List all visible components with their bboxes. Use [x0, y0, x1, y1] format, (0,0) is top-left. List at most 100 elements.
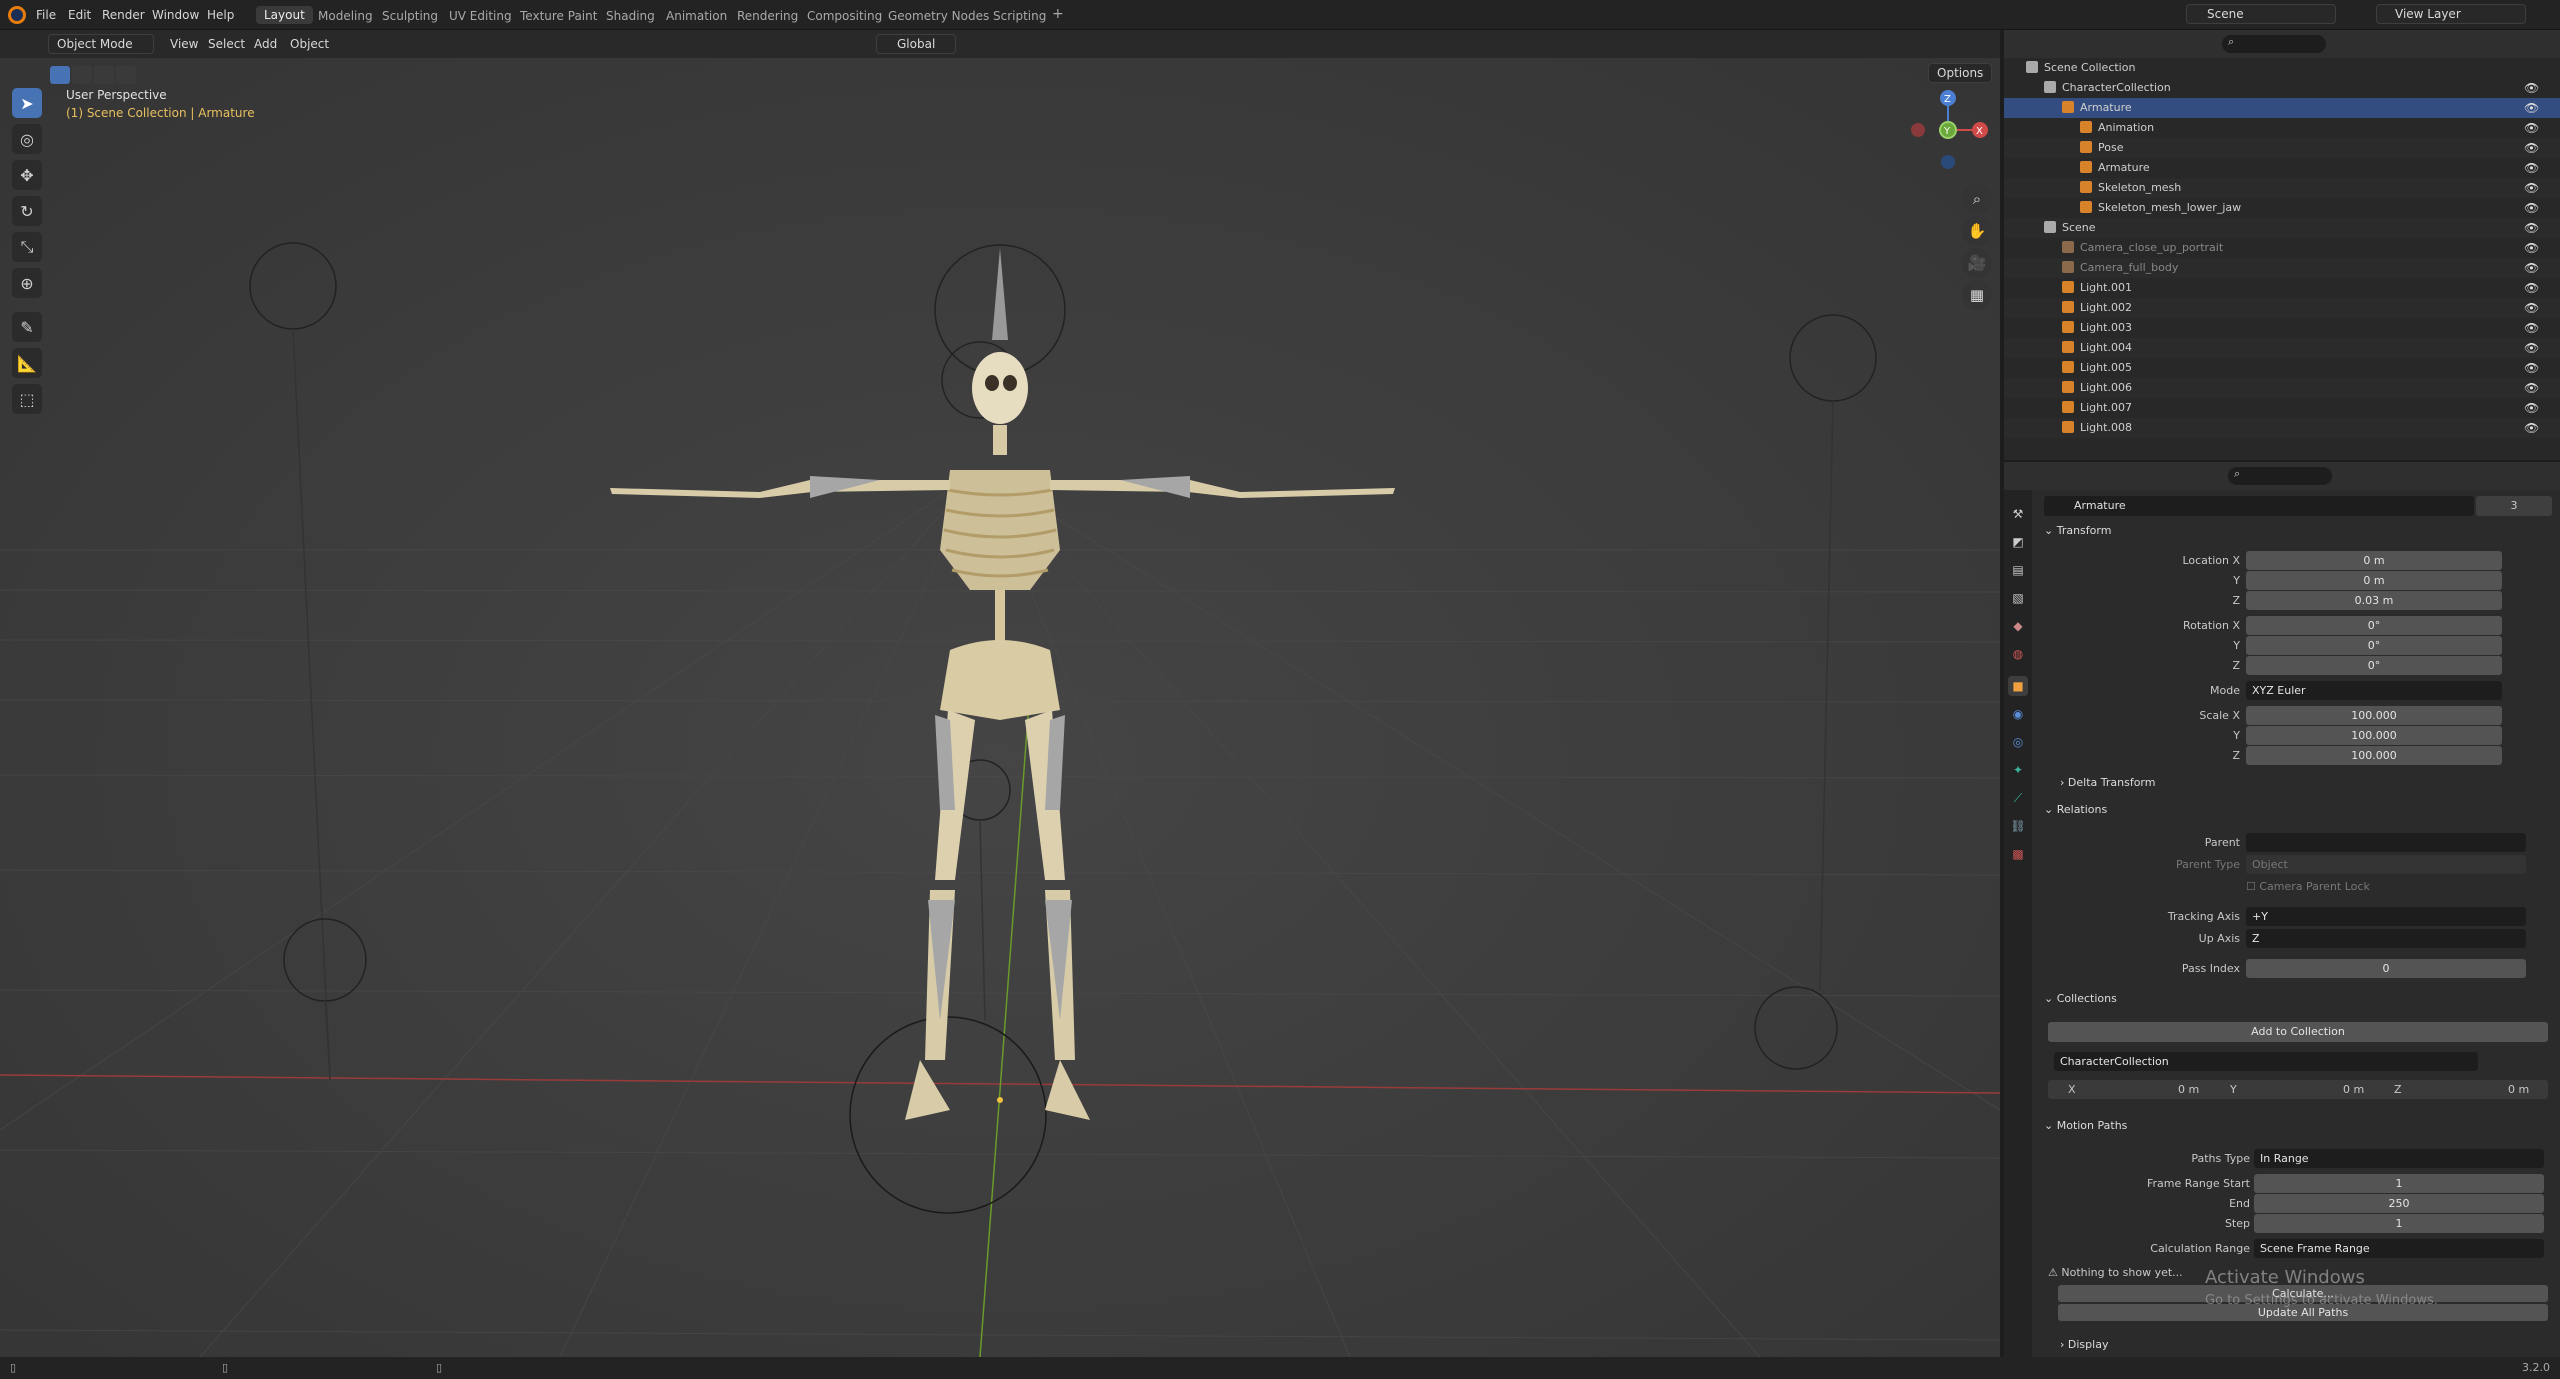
- scale-y-field[interactable]: 100.000: [2246, 726, 2502, 745]
- visibility-eye-icon[interactable]: 👁: [2524, 138, 2539, 158]
- options-dropdown[interactable]: Options: [1928, 63, 1992, 83]
- visibility-eye-icon[interactable]: 👁: [2524, 158, 2539, 178]
- outliner-row[interactable]: Camera_close_up_portrait 👁: [2004, 238, 2560, 258]
- outliner-row[interactable]: Scene 👁: [2004, 218, 2560, 238]
- outliner-row[interactable]: CharacterCollection 👁: [2004, 78, 2560, 98]
- viewport-menu-select[interactable]: Select: [208, 37, 245, 51]
- visibility-eye-icon[interactable]: 👁: [2524, 378, 2539, 398]
- pan-button[interactable]: ✋: [1962, 216, 1992, 246]
- step-field[interactable]: 1: [2254, 1214, 2544, 1233]
- tab-texture-paint[interactable]: Texture Paint: [520, 9, 597, 23]
- menu-window[interactable]: Window: [152, 8, 199, 22]
- transform-panel-header[interactable]: ⌄ Transform: [2044, 524, 2552, 544]
- outliner-row[interactable]: Light.001 👁: [2004, 278, 2560, 298]
- mode-selector[interactable]: Object Mode: [48, 34, 154, 54]
- visibility-eye-icon[interactable]: 👁: [2524, 198, 2539, 218]
- camera-parent-lock-checkbox[interactable]: ☐ Camera Parent Lock: [2246, 880, 2370, 893]
- scene-selector[interactable]: Scene: [2186, 4, 2336, 24]
- menu-file[interactable]: File: [36, 8, 56, 22]
- parent-field[interactable]: [2246, 833, 2526, 852]
- visibility-eye-icon[interactable]: 👁: [2524, 418, 2539, 438]
- outliner-row[interactable]: Armature 👁: [2004, 98, 2560, 118]
- collections-panel-header[interactable]: ⌄ Collections: [2044, 992, 2552, 1012]
- tab-texture[interactable]: ▩: [2008, 844, 2028, 864]
- display-panel-header[interactable]: › Display: [2060, 1338, 2560, 1358]
- visibility-eye-icon[interactable]: 👁: [2524, 178, 2539, 198]
- tab-bone[interactable]: ⟋: [2008, 788, 2028, 808]
- menu-help[interactable]: Help: [207, 8, 234, 22]
- select-new-button[interactable]: [50, 66, 70, 84]
- object-name-field[interactable]: Armature: [2044, 496, 2474, 516]
- tab-sculpting[interactable]: Sculpting: [382, 9, 438, 23]
- rotate-tool[interactable]: ↻: [12, 196, 42, 226]
- visibility-eye-icon[interactable]: 👁: [2524, 278, 2539, 298]
- tab-world[interactable]: ◍: [2008, 644, 2028, 664]
- outliner-row[interactable]: Light.008 👁: [2004, 418, 2560, 438]
- outliner-row[interactable]: Camera_full_body 👁: [2004, 258, 2560, 278]
- frame-range-end-field[interactable]: 250: [2254, 1194, 2544, 1213]
- annotate-tool[interactable]: ✎: [12, 312, 42, 342]
- camera-view-button[interactable]: 🎥: [1962, 248, 1992, 278]
- tab-modifiers[interactable]: ◉: [2008, 704, 2028, 724]
- parent-type-dropdown[interactable]: Object: [2246, 855, 2526, 874]
- add-cube-tool[interactable]: ⬚: [12, 384, 42, 414]
- outliner-root-row[interactable]: Scene Collection: [2004, 58, 2560, 78]
- tab-animation[interactable]: Animation: [666, 9, 727, 23]
- calculation-range-dropdown[interactable]: Scene Frame Range: [2254, 1239, 2544, 1258]
- tab-scripting[interactable]: Scripting: [993, 9, 1046, 23]
- scale-z-field[interactable]: 100.000: [2246, 746, 2502, 765]
- tab-constraints[interactable]: ⛓: [2008, 816, 2028, 836]
- menu-render[interactable]: Render: [102, 8, 145, 22]
- outliner-row[interactable]: Light.005 👁: [2004, 358, 2560, 378]
- outliner-row[interactable]: Light.007 👁: [2004, 398, 2560, 418]
- rotation-y-field[interactable]: 0°: [2246, 636, 2502, 655]
- view-layer-selector[interactable]: View Layer: [2376, 4, 2526, 24]
- rotation-z-field[interactable]: 0°: [2246, 656, 2502, 675]
- visibility-eye-icon[interactable]: 👁: [2524, 258, 2539, 278]
- move-tool[interactable]: ✥: [12, 160, 42, 190]
- visibility-eye-icon[interactable]: 👁: [2524, 218, 2539, 238]
- outliner-row[interactable]: Light.002 👁: [2004, 298, 2560, 318]
- scale-x-field[interactable]: 100.000: [2246, 706, 2502, 725]
- tab-render[interactable]: ◩: [2008, 532, 2028, 552]
- frame-range-start-field[interactable]: 1: [2254, 1174, 2544, 1193]
- select-box-tool[interactable]: ➤: [12, 88, 42, 118]
- tab-layout[interactable]: Layout: [256, 6, 313, 24]
- tab-geometry-nodes[interactable]: Geometry Nodes: [888, 9, 989, 23]
- up-axis-dropdown[interactable]: Z: [2246, 929, 2526, 948]
- visibility-eye-icon[interactable]: 👁: [2524, 358, 2539, 378]
- outliner-row[interactable]: Light.004 👁: [2004, 338, 2560, 358]
- add-workspace-button[interactable]: +: [1052, 6, 1064, 22]
- motion-paths-panel-header[interactable]: ⌄ Motion Paths: [2044, 1119, 2552, 1139]
- collection-offset-row[interactable]: X 0 m Y 0 m Z 0 m: [2048, 1080, 2548, 1099]
- outliner-row[interactable]: Light.006 👁: [2004, 378, 2560, 398]
- tab-output[interactable]: ▤: [2008, 560, 2028, 580]
- outliner-row[interactable]: Animation 👁: [2004, 118, 2560, 138]
- rotation-x-field[interactable]: 0°: [2246, 616, 2502, 635]
- tab-tool[interactable]: ⚒: [2008, 504, 2028, 524]
- visibility-eye-icon[interactable]: 👁: [2524, 118, 2539, 138]
- rotation-mode-dropdown[interactable]: XYZ Euler: [2246, 681, 2502, 700]
- outliner-row[interactable]: Light.003 👁: [2004, 318, 2560, 338]
- collection-name-field[interactable]: CharacterCollection: [2054, 1052, 2478, 1071]
- outliner-row[interactable]: Armature 👁: [2004, 158, 2560, 178]
- add-to-collection-button[interactable]: Add to Collection: [2048, 1022, 2548, 1042]
- pass-index-field[interactable]: 0: [2246, 959, 2526, 978]
- select-subtract-button[interactable]: [94, 66, 114, 84]
- visibility-eye-icon[interactable]: 👁: [2524, 338, 2539, 358]
- visibility-eye-icon[interactable]: 👁: [2524, 78, 2539, 98]
- tab-compositing[interactable]: Compositing: [807, 9, 882, 23]
- user-count[interactable]: 3: [2476, 496, 2552, 516]
- outliner-row[interactable]: Skeleton_mesh 👁: [2004, 178, 2560, 198]
- orientation-selector[interactable]: Global: [876, 34, 956, 54]
- delta-transform-header[interactable]: › Delta Transform: [2060, 776, 2560, 796]
- outliner-row[interactable]: Pose 👁: [2004, 138, 2560, 158]
- outliner-row[interactable]: Skeleton_mesh_lower_jaw 👁: [2004, 198, 2560, 218]
- tracking-axis-dropdown[interactable]: +Y: [2246, 907, 2526, 926]
- tab-object[interactable]: ■: [2008, 676, 2028, 696]
- visibility-eye-icon[interactable]: 👁: [2524, 98, 2539, 118]
- blender-logo-icon[interactable]: [8, 6, 26, 24]
- properties-search-input[interactable]: ⌕: [2228, 467, 2332, 485]
- transform-tool[interactable]: ⊕: [12, 268, 42, 298]
- tab-view-layer[interactable]: ▧: [2008, 588, 2028, 608]
